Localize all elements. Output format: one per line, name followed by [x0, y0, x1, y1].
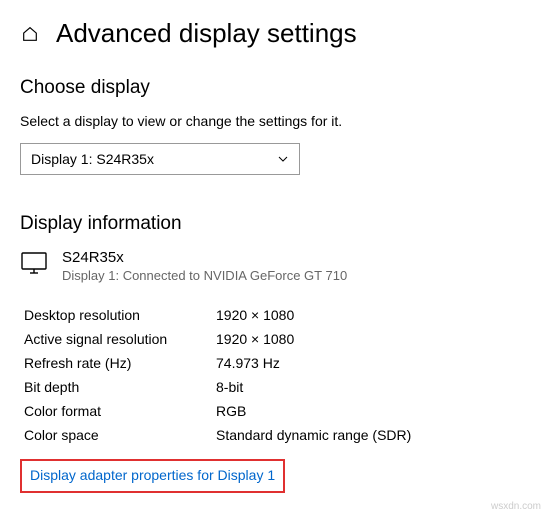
page-title: Advanced display settings: [56, 18, 357, 49]
table-row: Color format RGB: [24, 399, 529, 423]
display-connection: Display 1: Connected to NVIDIA GeForce G…: [62, 268, 347, 283]
home-icon[interactable]: [20, 24, 40, 44]
display-properties-table: Desktop resolution 1920 × 1080 Active si…: [24, 303, 529, 447]
property-value: RGB: [216, 403, 246, 419]
display-information-heading: Display information: [20, 213, 529, 235]
property-value: 1920 × 1080: [216, 331, 294, 347]
choose-display-heading: Choose display: [20, 77, 529, 99]
highlighted-region: Display adapter properties for Display 1: [20, 459, 285, 493]
property-label: Refresh rate (Hz): [24, 355, 216, 371]
property-label: Color space: [24, 427, 216, 443]
property-value: 1920 × 1080: [216, 307, 294, 323]
table-row: Desktop resolution 1920 × 1080: [24, 303, 529, 327]
choose-display-subtext: Select a display to view or change the s…: [20, 113, 529, 129]
page-header: Advanced display settings: [20, 18, 529, 49]
display-selector-dropdown[interactable]: Display 1: S24R35x: [20, 143, 300, 175]
property-label: Color format: [24, 403, 216, 419]
property-label: Desktop resolution: [24, 307, 216, 323]
table-row: Bit depth 8-bit: [24, 375, 529, 399]
property-label: Bit depth: [24, 379, 216, 395]
chevron-down-icon: [277, 153, 289, 165]
table-row: Active signal resolution 1920 × 1080: [24, 327, 529, 351]
adapter-properties-link[interactable]: Display adapter properties for Display 1: [30, 467, 275, 483]
table-row: Color space Standard dynamic range (SDR): [24, 423, 529, 447]
property-value: 8-bit: [216, 379, 243, 395]
property-value: Standard dynamic range (SDR): [216, 427, 411, 443]
property-label: Active signal resolution: [24, 331, 216, 347]
watermark: wsxdn.com: [491, 501, 541, 512]
display-identity: S24R35x Display 1: Connected to NVIDIA G…: [20, 249, 529, 283]
display-selector-value: Display 1: S24R35x: [31, 151, 154, 167]
monitor-icon: [20, 251, 48, 275]
display-name: S24R35x: [62, 249, 347, 266]
table-row: Refresh rate (Hz) 74.973 Hz: [24, 351, 529, 375]
property-value: 74.973 Hz: [216, 355, 280, 371]
